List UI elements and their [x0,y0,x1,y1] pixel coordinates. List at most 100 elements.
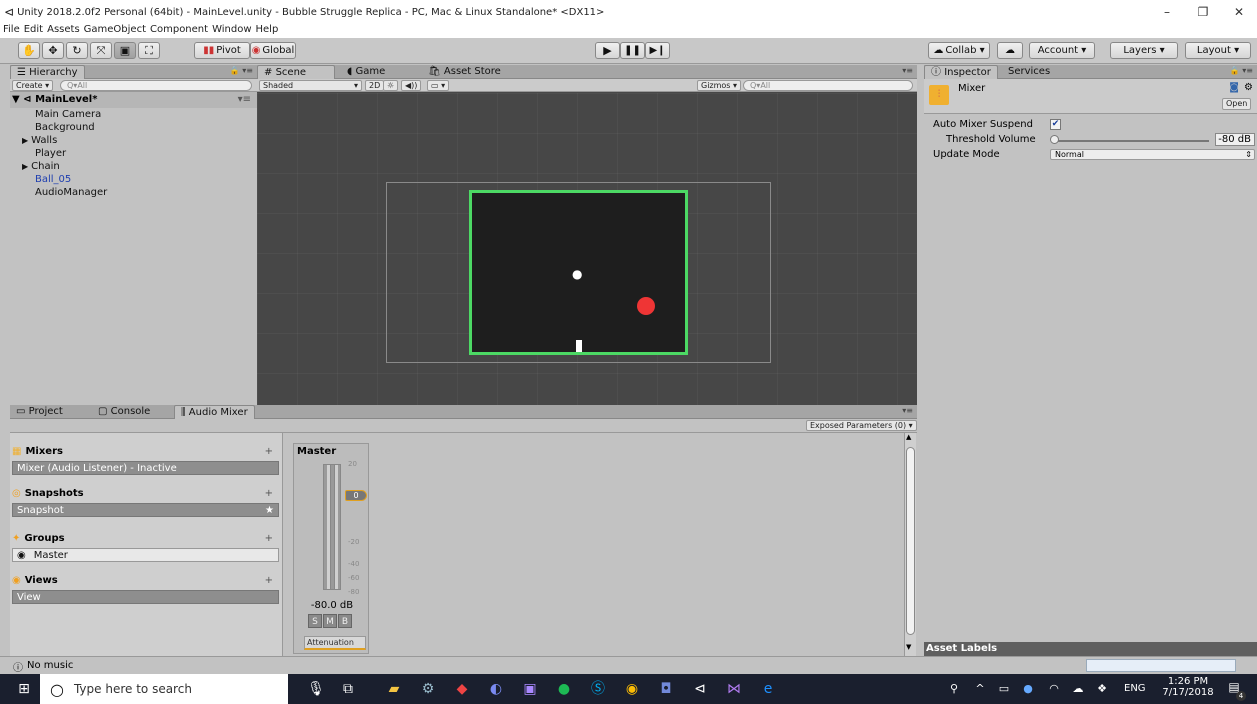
windows-start-icon[interactable]: ⊞ [10,674,38,704]
hierarchy-item[interactable]: ▶ Chain [22,160,60,173]
scene-viewport[interactable]: ● [257,93,917,405]
scene-panel-menu-icon[interactable]: ▾≡ [902,66,913,75]
bypass-button[interactable]: B [338,614,352,628]
hand-tool-icon[interactable]: ✋ [18,42,40,59]
settings-gear-icon[interactable]: ⚙ [1244,82,1253,93]
expand-arrow-icon[interactable]: ▶ [22,162,28,171]
inspector-menu-icon[interactable]: 🔒 ▾≡ [1230,66,1253,75]
account-dropdown[interactable]: Account ▾ [1029,42,1095,59]
star-icon[interactable]: ★ [265,504,274,518]
volume-fader-marker[interactable]: 0 [345,490,367,501]
action-center-icon[interactable]: ▤ 4 [1224,680,1246,701]
mixer-scrollbar[interactable]: ▲ ▼ [904,433,916,656]
audio-icon[interactable]: ◀)) [401,80,422,91]
pivot-toggle[interactable]: ▮▮ Pivot [194,42,250,59]
file-explorer-icon[interactable]: ▰ [380,674,408,704]
menu-help[interactable]: Help [256,24,279,38]
view-row[interactable]: View [12,590,279,604]
menu-component[interactable]: Component [150,24,208,38]
maximize-button[interactable]: ❐ [1185,0,1221,24]
add-group-button[interactable]: + [265,533,273,544]
exposed-parameters-dropdown[interactable]: Exposed Parameters (0) ▾ [806,420,917,431]
asset-labels-header[interactable]: Asset Labels [924,642,1257,656]
threshold-value-field[interactable]: -80 dB [1215,133,1255,146]
minimize-button[interactable]: – [1149,0,1185,24]
lighting-icon[interactable]: ☼ [383,80,399,91]
tab-hierarchy[interactable]: ☰ Hierarchy [10,65,85,79]
shading-mode-dropdown[interactable]: Shaded ▾ [259,80,362,91]
attenuation-effect[interactable]: Attenuation [304,636,366,650]
pause-button[interactable]: ❚❚ [620,42,645,59]
people-icon[interactable]: ⚲ [940,674,968,704]
group-row-master[interactable]: ◉ Master [12,548,279,562]
eclipse-icon[interactable]: ◐ [482,674,510,704]
hierarchy-item[interactable]: Player [35,147,66,160]
visual-studio-icon[interactable]: ⋈ [720,674,748,704]
ball-sprite[interactable] [637,297,655,315]
skype-icon[interactable]: Ⓢ [584,674,612,704]
rotate-tool-icon[interactable]: ↻ [66,42,88,59]
hierarchy-item[interactable]: AudioManager [35,186,107,199]
scroll-up-icon[interactable]: ▲ [906,433,911,441]
git-icon[interactable]: ◆ [448,674,476,704]
scene-menu-icon[interactable]: ▾≡ [238,92,251,108]
create-dropdown[interactable]: Create ▾ [12,80,54,91]
layout-dropdown[interactable]: Layout ▾ [1185,42,1251,59]
steam-icon[interactable]: ⚙ [414,674,442,704]
tab-services[interactable]: Services [1002,65,1056,79]
layers-dropdown[interactable]: Layers ▾ [1110,42,1178,59]
tab-scene[interactable]: # Scene [257,65,335,79]
spotify-icon[interactable]: ● [550,674,578,704]
clock[interactable]: 1:26 PM 7/17/2018 [1160,676,1216,698]
tab-audio-mixer[interactable]: ⫼ Audio Mixer [174,405,255,419]
scale-tool-icon[interactable]: ⤧ [90,42,112,59]
gizmos-dropdown[interactable]: Gizmos ▾ [697,80,742,91]
scene-search-input[interactable]: Q▾All [743,80,913,91]
mute-button[interactable]: M [323,614,337,628]
bottom-panel-menu-icon[interactable]: ▾≡ [902,406,913,415]
update-mode-dropdown[interactable]: Normal ⇕ [1050,149,1255,160]
task-view-icon[interactable]: ⧉ [334,674,362,704]
help-book-icon[interactable]: ◙ [1229,82,1239,93]
tray-steam-icon[interactable]: ● [1014,674,1042,704]
tab-game[interactable]: ◖ Game [341,65,391,79]
scrollbar-thumb[interactable] [906,447,915,635]
threshold-slider-track[interactable] [1054,140,1209,142]
unity-taskbar-icon[interactable]: ⊲ [686,674,714,704]
menu-edit[interactable]: Edit [24,24,43,38]
expand-arrow-icon[interactable]: ▶ [22,136,28,145]
effects-icon[interactable]: ▭ ▾ [427,80,450,91]
move-tool-icon[interactable]: ✥ [42,42,64,59]
hierarchy-item[interactable]: ▶ Walls [22,134,57,147]
chrome-icon[interactable]: ◉ [618,674,646,704]
mixer-row[interactable]: Mixer (Audio Listener) - Inactive [12,461,279,475]
auto-mixer-suspend-checkbox[interactable]: ✔ [1050,119,1061,130]
scene-root-row[interactable]: ▼ ⊲ MainLevel* ▾≡ [10,92,257,108]
cloud-services-button[interactable]: ☁ [997,42,1023,59]
menu-assets[interactable]: Assets [47,24,80,38]
language-indicator[interactable]: ENG [1124,683,1146,694]
close-button[interactable]: ✕ [1221,0,1257,24]
menu-file[interactable]: File [3,24,20,38]
open-button[interactable]: Open [1222,98,1252,110]
hierarchy-search-input[interactable]: Q▾All [60,80,252,91]
edge-icon[interactable]: e [754,674,782,704]
add-view-button[interactable]: + [265,575,273,586]
menu-gameobject[interactable]: GameObject [84,24,146,38]
tab-inspector[interactable]: ⓘ Inspector [924,65,998,79]
hierarchy-item[interactable]: Background [35,121,95,134]
transform-tool-icon[interactable]: ⛶ [138,42,160,59]
intellij-icon[interactable]: ▣ [516,674,544,704]
hierarchy-item[interactable]: Ball_05 [35,173,71,186]
solo-button[interactable]: S [308,614,322,628]
global-toggle[interactable]: ◉ Global [250,42,296,59]
discord-icon[interactable]: ◘ [652,674,680,704]
snapshot-row[interactable]: Snapshot ★ [12,503,279,517]
menu-window[interactable]: Window [212,24,251,38]
rect-tool-icon[interactable]: ▣ [114,42,136,59]
tab-project[interactable]: ▭ Project [10,405,69,419]
add-snapshot-button[interactable]: + [265,488,273,499]
player-sprite[interactable] [576,340,582,352]
scroll-down-icon[interactable]: ▼ [906,643,911,651]
dropbox-icon[interactable]: ❖ [1088,674,1116,704]
